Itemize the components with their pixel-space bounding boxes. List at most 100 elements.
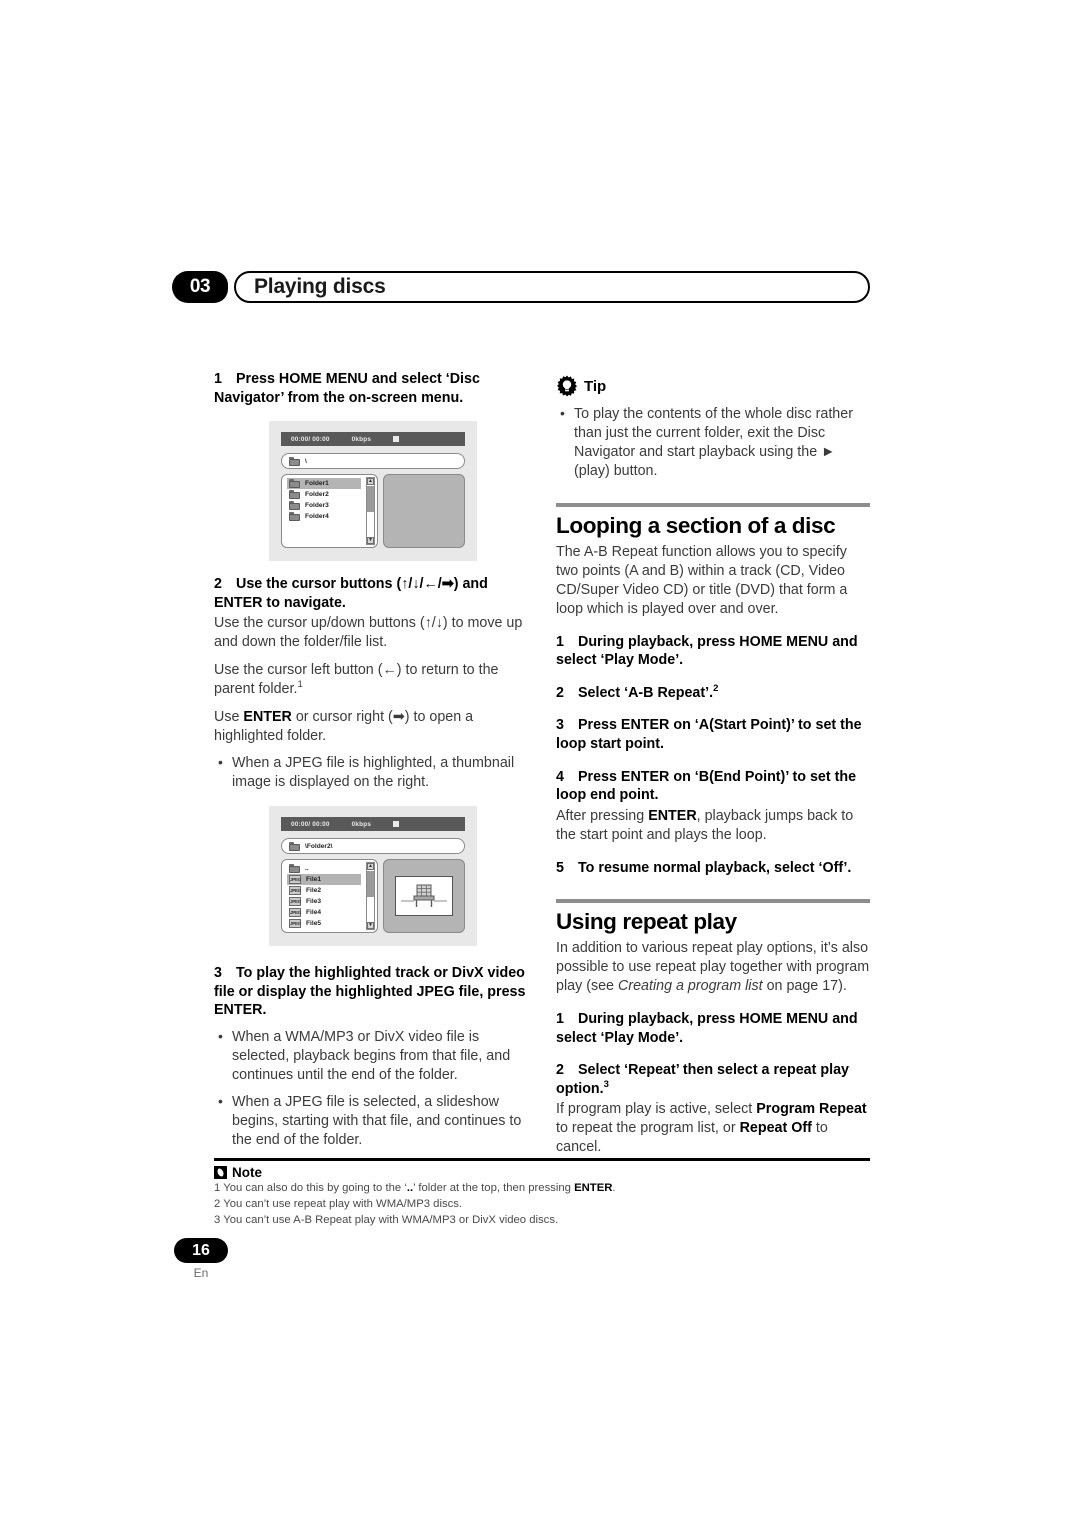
- folder-icon: [289, 864, 300, 874]
- repeat-step-1-number: 1: [556, 1011, 564, 1028]
- step-2-body-3: Use ENTER or cursor right (➡) to open a …: [214, 708, 532, 746]
- loop-step-2: 2 Select ‘A-B Repeat’.2: [556, 684, 870, 703]
- screenshot2-bitrate: 0kbps: [351, 820, 372, 828]
- note-item: 3 You can’t use A-B Repeat play with WMA…: [214, 1212, 870, 1228]
- note-item: 1 You can also do this by going to the ‘…: [214, 1180, 870, 1196]
- step-2-body-3-pre: Use: [214, 709, 244, 726]
- repeat-step-2: 2 Select ‘Repeat’ then select a repeat pl…: [556, 1061, 870, 1098]
- section-repeat-intro-post: on page 17).: [762, 978, 847, 995]
- loop-step-4: 4 Press ENTER on ‘B(End Point)’ to set th…: [556, 768, 870, 805]
- section-looping-intro: The A-B Repeat function allows you to sp…: [556, 543, 848, 617]
- note-divider: [214, 1158, 870, 1161]
- list-item-label: File4: [306, 909, 322, 917]
- enter-key-label: ENTER: [574, 1181, 613, 1194]
- list-item: Folder4: [287, 511, 377, 522]
- folder-icon: [289, 501, 300, 511]
- right-column: Tip To play the contents of the whole di…: [556, 375, 870, 1157]
- cross-reference-link: Creating a program list: [617, 978, 763, 995]
- list-item: Folder1: [287, 478, 361, 490]
- list-item-parent: ..: [287, 863, 377, 874]
- note-header: Note: [214, 1165, 870, 1180]
- language-code: En: [193, 1266, 209, 1280]
- screenshot2-body: .. JPEG File1 JPEG File2 JPEG File3 JPEG…: [281, 859, 465, 934]
- list-item: JPEG File1: [287, 874, 361, 886]
- scrollbar: ▲ ▼: [366, 862, 375, 931]
- repeat-body-c: to repeat the program list, or: [556, 1120, 740, 1137]
- screenshot1-status-bar: 00:00/ 00:00 0kbps: [281, 432, 465, 447]
- jpeg-file-icon: JPEG: [289, 897, 302, 907]
- repeat-step-2-text: Select ‘Repeat’ then select a repeat pla…: [556, 1062, 849, 1097]
- repeat-step-2-number: 2: [556, 1062, 564, 1079]
- step-3-text: To play the highlighted track or DivX vi…: [214, 965, 526, 1019]
- screenshot2-file-list: .. JPEG File1 JPEG File2 JPEG File3 JPEG…: [281, 859, 378, 934]
- list-item-label: File3: [306, 898, 322, 906]
- note-icon: [214, 1165, 227, 1179]
- note-item-mid: ’ folder at the top, then pressing: [413, 1181, 575, 1194]
- screenshot2-time: 00:00/ 00:00: [291, 820, 330, 828]
- screenshot1-preview-pane: [383, 474, 465, 549]
- screenshot2-path: \Folder2\: [305, 842, 333, 850]
- loop-step-4-number: 4: [556, 768, 564, 785]
- screenshot1-path-bar: \: [281, 453, 465, 470]
- step-3: 3 To play the highlighted track or DivX v…: [214, 964, 532, 1020]
- note-item-pre: You can’t use repeat play with WMA/MP3 d…: [223, 1197, 463, 1210]
- chevron-down-icon: ▼: [367, 537, 374, 545]
- step-1: 1 Press HOME MENU and select ‘Disc Naviga…: [214, 370, 532, 407]
- step-2-text: Use the cursor buttons (↑/↓/←/➡) and ENT…: [214, 576, 488, 611]
- chair-thumbnail-icon: [401, 884, 447, 908]
- screenshot1-time: 00:00/ 00:00: [291, 435, 330, 443]
- page-number: 16: [174, 1238, 228, 1263]
- jpeg-file-icon: JPEG: [289, 886, 302, 896]
- section-title-repeat: Using repeat play: [556, 909, 737, 935]
- chapter-number: 03: [172, 271, 228, 303]
- disc-navigator-screenshot-root: 00:00/ 00:00 0kbps \ Folder1 Folder2 Fol…: [269, 421, 477, 562]
- list-item: When a JPEG file is highlighted, a thumb…: [214, 753, 532, 792]
- page-title: Playing discs: [234, 271, 870, 303]
- screenshot1-folder-list: Folder1 Folder2 Folder3 Folder4 ▲ ▼: [281, 474, 378, 549]
- left-column: 1 Press HOME MENU and select ‘Disc Naviga…: [214, 370, 532, 1150]
- note-label: Note: [232, 1164, 262, 1180]
- document-page: 03 Playing discs 1 Press HOME MENU and se…: [0, 0, 1080, 1528]
- screenshot2-path-bar: \Folder2\: [281, 838, 465, 855]
- section-divider: [556, 503, 870, 507]
- loop-step-2-text: Select ‘A-B Repeat’.: [578, 684, 714, 701]
- folder-icon: [289, 841, 300, 851]
- list-item: When a JPEG file is selected, a slidesho…: [214, 1092, 532, 1150]
- list-item: JPEG File4: [287, 907, 377, 918]
- list-item-label: File2: [306, 887, 322, 895]
- repeat-off-label: Repeat Off: [739, 1120, 812, 1137]
- section-repeat-intro: In addition to various repeat play optio…: [556, 939, 870, 996]
- step-3-bullets: When a WMA/MP3 or DivX video file is sel…: [214, 1027, 532, 1150]
- step-2: 2 Use the cursor buttons (↑/↓/←/➡) and EN…: [214, 575, 532, 612]
- list-item-label: Folder3: [305, 502, 329, 510]
- list-item-label: File5: [306, 920, 322, 928]
- list-item-label: Folder2: [305, 491, 329, 499]
- note-item-pre: You can also do this by going to the ‘: [223, 1181, 407, 1194]
- loop-step-2-number: 2: [556, 684, 564, 701]
- loop-step-3: 3 Press ENTER on ‘A(Start Point)’ to set …: [556, 716, 870, 753]
- list-item: Folder3: [287, 500, 377, 511]
- section-divider: [556, 899, 870, 904]
- step-3-number: 3: [214, 965, 222, 982]
- footnote-ref-3: 3: [603, 1079, 609, 1091]
- chevron-down-icon: ▼: [367, 922, 374, 930]
- tip-lightbulb-icon: [557, 375, 577, 397]
- folder-icon: [289, 456, 300, 466]
- note-block: Note 1 You can also do this by going to …: [214, 1158, 870, 1229]
- loop-step-3-number: 3: [556, 717, 564, 734]
- scrollbar-thumb: [367, 486, 374, 513]
- loop-step-4-body: After pressing ENTER, playback jumps bac…: [556, 807, 870, 845]
- jpeg-file-icon: JPEG: [289, 908, 302, 918]
- loop-step-4-body-pre: After pressing: [556, 807, 649, 824]
- screenshot2-status-bar: 00:00/ 00:00 0kbps: [281, 817, 465, 832]
- note-item-number: 1: [214, 1181, 221, 1194]
- step-2-body-1: Use the cursor up/down buttons (↑/↓) to …: [214, 615, 523, 651]
- list-item-label: ..: [305, 865, 309, 873]
- screenshot1-bitrate: 0kbps: [351, 435, 372, 443]
- repeat-body-a: If program play is active, select: [556, 1101, 757, 1118]
- footnote-ref-1: 1: [297, 679, 303, 691]
- scrollbar: ▲ ▼: [366, 477, 375, 546]
- loop-step-1-number: 1: [556, 633, 564, 650]
- step-1-number: 1: [214, 371, 222, 387]
- page-footer: 16 En: [174, 1238, 228, 1280]
